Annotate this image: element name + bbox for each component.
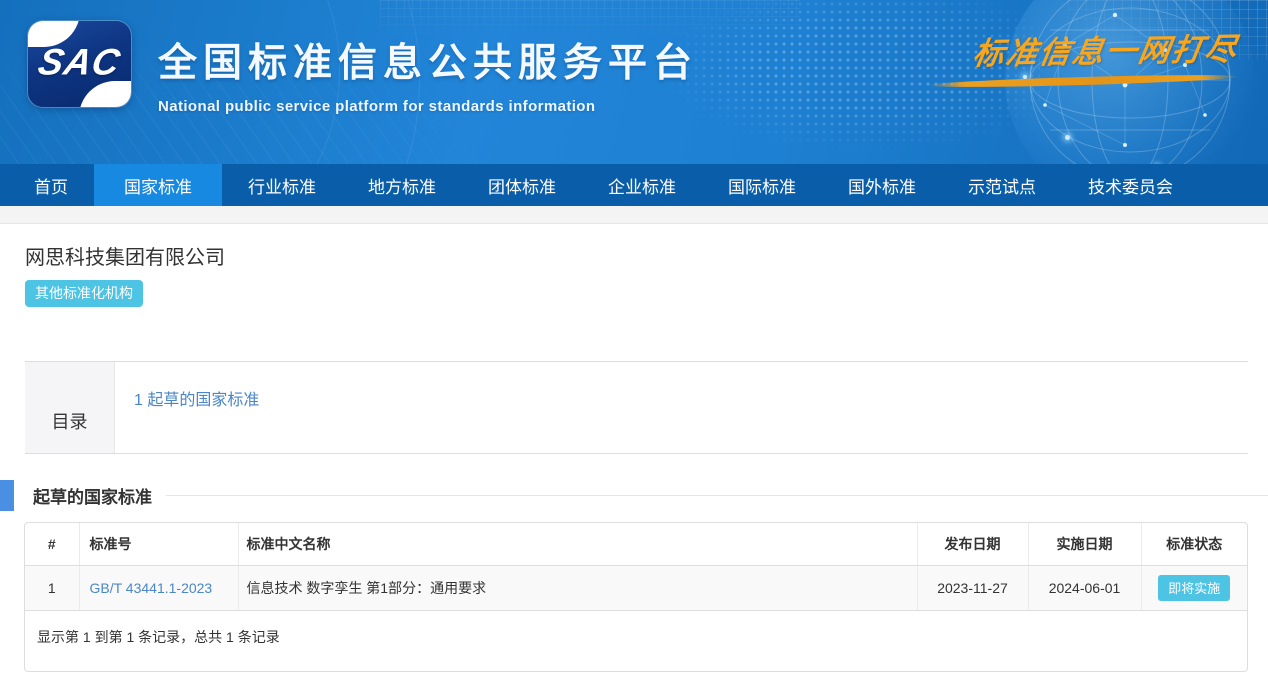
section-title: 起草的国家标准 (33, 483, 152, 508)
nav-item-enterprise-standards[interactable]: 企业标准 (582, 164, 702, 206)
organization-type-badge: 其他标准化机构 (25, 280, 143, 307)
sac-logo[interactable]: SAC (28, 21, 131, 107)
cell-index: 1 (25, 566, 79, 611)
nav-item-industry-standards[interactable]: 行业标准 (222, 164, 342, 206)
logo-text: SAC (28, 41, 131, 83)
section-header: 起草的国家标准 (0, 480, 1268, 511)
nav-item-group-standards[interactable]: 团体标准 (462, 164, 582, 206)
section-marker (0, 480, 14, 511)
standards-table: # 标准号 标准中文名称 发布日期 实施日期 标准状态 1 GB/T 43441… (25, 523, 1247, 611)
table-header-row: # 标准号 标准中文名称 发布日期 实施日期 标准状态 (25, 523, 1247, 566)
logo-swoosh (79, 81, 131, 107)
nav-item-national-standards[interactable]: 国家标准 (94, 164, 222, 206)
organization-name: 网思科技集团有限公司 (25, 241, 1248, 270)
site-titles: 全国标准信息公共服务平台 National public service pla… (158, 32, 698, 115)
nav-item-technical-committee[interactable]: 技术委员会 (1062, 164, 1199, 206)
standards-table-panel: # 标准号 标准中文名称 发布日期 实施日期 标准状态 1 GB/T 43441… (24, 522, 1248, 672)
site-title-english: National public service platform for sta… (158, 98, 698, 115)
main-content: 网思科技集团有限公司 其他标准化机构 目录 1 起草的国家标准 起草的国家标准 … (0, 241, 1268, 672)
table-row: 1 GB/T 43441.1-2023 信息技术 数字孪生 第1部分：通用要求 … (25, 566, 1247, 611)
column-header-implement-date: 实施日期 (1028, 523, 1141, 566)
status-badge: 即将实施 (1158, 575, 1230, 601)
column-header-standard-status: 标准状态 (1141, 523, 1247, 566)
toc-box: 目录 1 起草的国家标准 (25, 361, 1248, 454)
column-header-standard-code: 标准号 (79, 523, 238, 566)
cell-standard-name: 信息技术 数字孪生 第1部分：通用要求 (238, 566, 917, 611)
nav-item-home[interactable]: 首页 (8, 164, 94, 206)
slogan: 标准信息一网打尽 (938, 26, 1238, 85)
nav-item-foreign-standards[interactable]: 国外标准 (822, 164, 942, 206)
nav-item-demonstration-pilot[interactable]: 示范试点 (942, 164, 1062, 206)
section-divider-line (166, 495, 1268, 496)
column-header-publish-date: 发布日期 (917, 523, 1028, 566)
cell-publish-date: 2023-11-27 (917, 566, 1028, 611)
records-summary: 显示第 1 到第 1 条记录，总共 1 条记录 (25, 611, 1247, 671)
site-header: SAC 全国标准信息公共服务平台 National public service… (0, 0, 1268, 164)
slogan-text: 标准信息一网打尽 (970, 24, 1242, 74)
nav-item-international-standards[interactable]: 国际标准 (702, 164, 822, 206)
main-nav: 首页 国家标准 行业标准 地方标准 团体标准 企业标准 国际标准 国外标准 示范… (0, 164, 1268, 206)
toc-link-drafted-national-standards[interactable]: 1 起草的国家标准 (134, 392, 259, 409)
sub-nav-strip (0, 206, 1268, 224)
standard-code-link[interactable]: GB/T 43441.1-2023 (90, 580, 213, 596)
column-header-index: # (25, 523, 79, 566)
toc-label: 目录 (25, 362, 115, 453)
site-title-chinese: 全国标准信息公共服务平台 (158, 32, 698, 88)
cell-implement-date: 2024-06-01 (1028, 566, 1141, 611)
nav-item-local-standards[interactable]: 地方标准 (342, 164, 462, 206)
column-header-standard-name: 标准中文名称 (238, 523, 917, 566)
